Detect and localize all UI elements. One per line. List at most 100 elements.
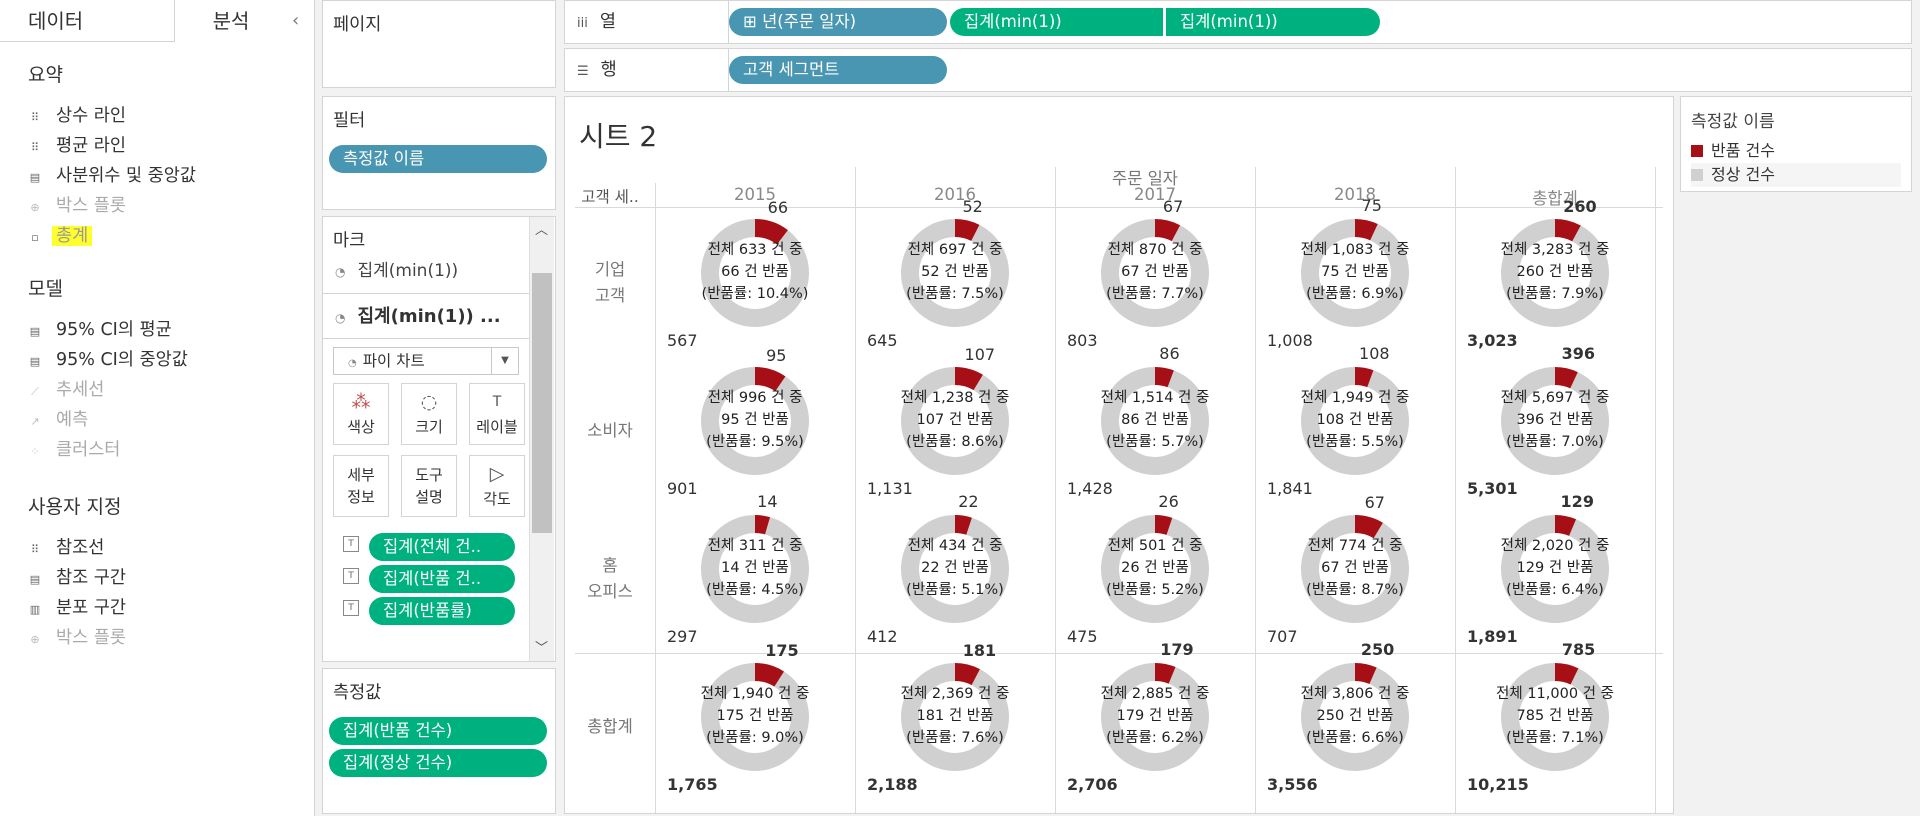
- return-rate-line: (반품률: 6.9%): [1306, 286, 1404, 302]
- mark-button-label: 도구 설명: [415, 466, 443, 506]
- pie-center-label: 전체 1,083 건 중 75 건 반품 (반품률: 6.9%): [1280, 239, 1430, 305]
- row-pill-segment[interactable]: 고객 세그먼트: [729, 56, 947, 84]
- analytics-item[interactable]: ⠿ 상수 라인: [28, 103, 126, 129]
- mark-field-pill[interactable]: 집계(반품률): [369, 597, 515, 625]
- tab-analytics[interactable]: 분석: [176, 0, 286, 42]
- mark-field-row[interactable]: T 집계(반품 건..: [343, 565, 515, 595]
- analytics-item[interactable]: ▤ 사분위수 및 중앙값: [28, 163, 196, 189]
- analytics-item-label: 예측: [56, 410, 89, 430]
- column-pill-min-1[interactable]: 집계(min(1)): [950, 8, 1163, 36]
- analytics-item-label: 박스 플롯: [56, 196, 126, 216]
- tab-data[interactable]: 데이터: [0, 0, 175, 42]
- row-header[interactable]: 홈 오피스: [575, 553, 645, 605]
- chevron-down-icon[interactable]: ▼: [491, 348, 518, 374]
- analytics-item[interactable]: ▤ 95% CI의 평균: [28, 317, 172, 343]
- normal-value-label: 901: [667, 479, 698, 498]
- analytics-item[interactable]: ⟋ 추세선: [28, 377, 104, 403]
- marks-card: 마크 ◔ 집계(min(1)) ◔ 집계(min(1)) ... ◔ 파이 차트 ▼ …: [322, 216, 556, 662]
- mark-field-pill[interactable]: 집계(전체 건..: [369, 533, 515, 561]
- returns-count-line: 396 건 반품: [1516, 412, 1594, 428]
- filter-pill-measure-names[interactable]: 측정값 이름: [329, 145, 547, 173]
- normal-value-label: 10,215: [1467, 775, 1529, 794]
- row-header[interactable]: 소비자: [575, 418, 645, 444]
- column-header[interactable]: 2015: [655, 185, 855, 204]
- row-header[interactable]: 총합계: [575, 714, 645, 740]
- analytics-item[interactable]: ▤ 95% CI의 중앙값: [28, 347, 188, 373]
- analytics-item-label: 사분위수 및 중앙값: [56, 166, 196, 186]
- analytics-item[interactable]: ▫ 총계: [28, 223, 93, 249]
- marks-card-selected[interactable]: ◔ 집계(min(1)) ...: [323, 293, 529, 339]
- column-header[interactable]: 2016: [855, 185, 1055, 204]
- return-rate-line: (반품률: 9.5%): [706, 434, 804, 450]
- scrollbar-thumb[interactable]: [532, 273, 552, 533]
- pie-mark-icon: ◔: [348, 358, 357, 369]
- color-button[interactable]: ⁂ 색상: [333, 383, 389, 445]
- return-rate-line: (반품률: 7.7%): [1106, 286, 1204, 302]
- measure-pill-normal[interactable]: 집계(정상 건수): [329, 749, 547, 777]
- average-line-icon: ⠿: [30, 141, 40, 154]
- analytics-item-label: 추세선: [56, 380, 105, 400]
- return-rate-line: (반품률: 6.2%): [1106, 730, 1204, 746]
- grid-divider: [855, 167, 856, 813]
- return-rate-line: (반품률: 7.1%): [1506, 730, 1604, 746]
- analytics-item[interactable]: ⠿ 평균 라인: [28, 133, 126, 159]
- scroll-down-icon[interactable]: ﹀: [535, 637, 548, 656]
- legend-item-normal[interactable]: 정상 건수: [1691, 163, 1901, 187]
- pages-card[interactable]: 페이지: [322, 0, 556, 88]
- collapse-pane-icon[interactable]: ‹: [292, 0, 312, 42]
- marks-card-all[interactable]: ◔ 집계(min(1)): [323, 255, 529, 287]
- label-button[interactable]: T 레이블: [469, 383, 525, 445]
- total-count-line: 전체 1,949 건 중: [1300, 390, 1410, 406]
- returns-value-label: 95: [766, 345, 787, 365]
- scroll-up-icon[interactable]: ︿: [535, 219, 548, 238]
- filters-card[interactable]: 필터 측정값 이름: [322, 96, 556, 210]
- tooltip-button[interactable]: 도구 설명: [401, 455, 457, 517]
- column-header[interactable]: 총합계: [1455, 185, 1655, 209]
- detail-button[interactable]: 세부 정보: [333, 455, 389, 517]
- returns-value-label: 75: [1361, 196, 1382, 216]
- rows-shelf[interactable]: ☰ 행 고객 세그먼트: [564, 48, 1912, 92]
- total-count-line: 전체 697 건 중: [907, 242, 1003, 258]
- returns-count-line: 108 건 반품: [1316, 412, 1394, 428]
- distribution-band-icon: ▥: [29, 603, 41, 616]
- returns-count-line: 250 건 반품: [1316, 708, 1394, 724]
- analytics-item[interactable]: ↗ 예측: [28, 407, 88, 433]
- row-header[interactable]: 기업 고객: [575, 257, 645, 309]
- mark-field-pill[interactable]: 집계(반품 건..: [369, 565, 515, 593]
- analytics-item[interactable]: ⁘ 클러스터: [28, 437, 120, 463]
- total-count-line: 전체 2,885 건 중: [1100, 686, 1210, 702]
- mark-type-dropdown[interactable]: ◔ 파이 차트 ▼: [333, 347, 519, 375]
- analytics-item[interactable]: ▤ 참조 구간: [28, 565, 126, 591]
- return-rate-line: (반품률: 8.6%): [906, 434, 1004, 450]
- return-rate-line: (반품률: 10.4%): [701, 286, 809, 302]
- normal-value-label: 803: [1067, 331, 1098, 350]
- mark-field-row[interactable]: T 집계(전체 건..: [343, 533, 515, 563]
- total-count-line: 전체 2,369 건 중: [900, 686, 1010, 702]
- size-button[interactable]: ◌ 크기: [401, 383, 457, 445]
- text-label-icon: T: [343, 535, 359, 552]
- marks-card-label: 집계(min(1)) ...: [357, 306, 501, 327]
- analytics-item[interactable]: ▥ 분포 구간: [28, 595, 126, 621]
- returns-value-label: 129: [1560, 492, 1594, 512]
- label-icon: T: [492, 394, 502, 410]
- columns-shelf[interactable]: iii 열 ⊞ 년(주문 일자) 집계(min(1)) 집계(min(1)): [564, 0, 1912, 44]
- returns-count-line: 67 건 반품: [1321, 560, 1389, 576]
- column-header[interactable]: 2018: [1255, 185, 1455, 204]
- mark-field-row[interactable]: T 집계(반품률): [343, 597, 515, 627]
- grid-divider: [1255, 167, 1256, 813]
- marks-scrollbar[interactable]: ︿ ﹀: [529, 217, 554, 661]
- column-pill-year[interactable]: ⊞ 년(주문 일자): [729, 8, 947, 36]
- return-rate-line: (반품률: 5.5%): [1306, 434, 1404, 450]
- reference-band-icon: ▤: [29, 573, 41, 586]
- legend-swatch: [1691, 169, 1703, 181]
- column-header[interactable]: 2017: [1055, 185, 1255, 204]
- column-pill-min-2[interactable]: 집계(min(1)): [1166, 8, 1380, 36]
- legend-title: 측정값 이름: [1691, 112, 1775, 132]
- analytics-item[interactable]: ⠿ 참조선: [28, 535, 104, 561]
- returns-value-label: 86: [1159, 343, 1180, 363]
- measure-pill-returns[interactable]: 집계(반품 건수): [329, 717, 547, 745]
- angle-button[interactable]: ▷ 각도: [469, 455, 525, 517]
- legend-item-returns[interactable]: 반품 건수: [1691, 139, 1901, 163]
- analytics-item[interactable]: ⊕ 박스 플롯: [28, 625, 126, 651]
- analytics-item[interactable]: ⊕ 박스 플롯: [28, 193, 126, 219]
